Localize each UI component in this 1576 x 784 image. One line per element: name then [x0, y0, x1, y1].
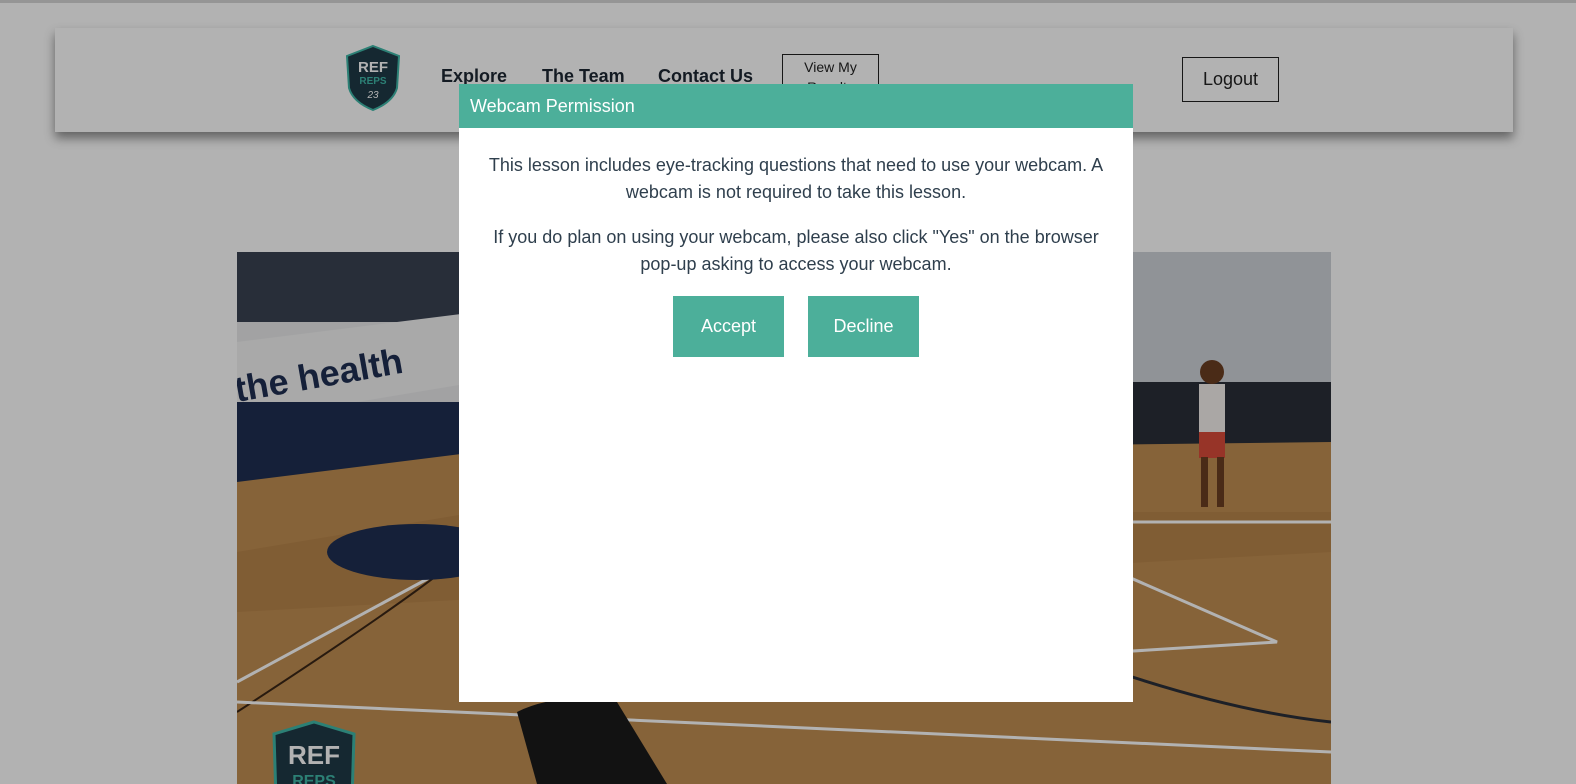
webcam-permission-dialog: Webcam Permission This lesson includes e… [459, 84, 1133, 702]
dialog-header: Webcam Permission [459, 84, 1133, 128]
decline-button[interactable]: Decline [808, 296, 919, 357]
dialog-body: This lesson includes eye-tracking questi… [459, 128, 1133, 357]
dialog-actions: Accept Decline [473, 296, 1119, 357]
dialog-title: Webcam Permission [470, 95, 635, 116]
dialog-paragraph-2: If you do plan on using your webcam, ple… [493, 227, 1099, 274]
accept-button[interactable]: Accept [673, 296, 784, 357]
dialog-paragraph-1: This lesson includes eye-tracking questi… [488, 155, 1104, 202]
